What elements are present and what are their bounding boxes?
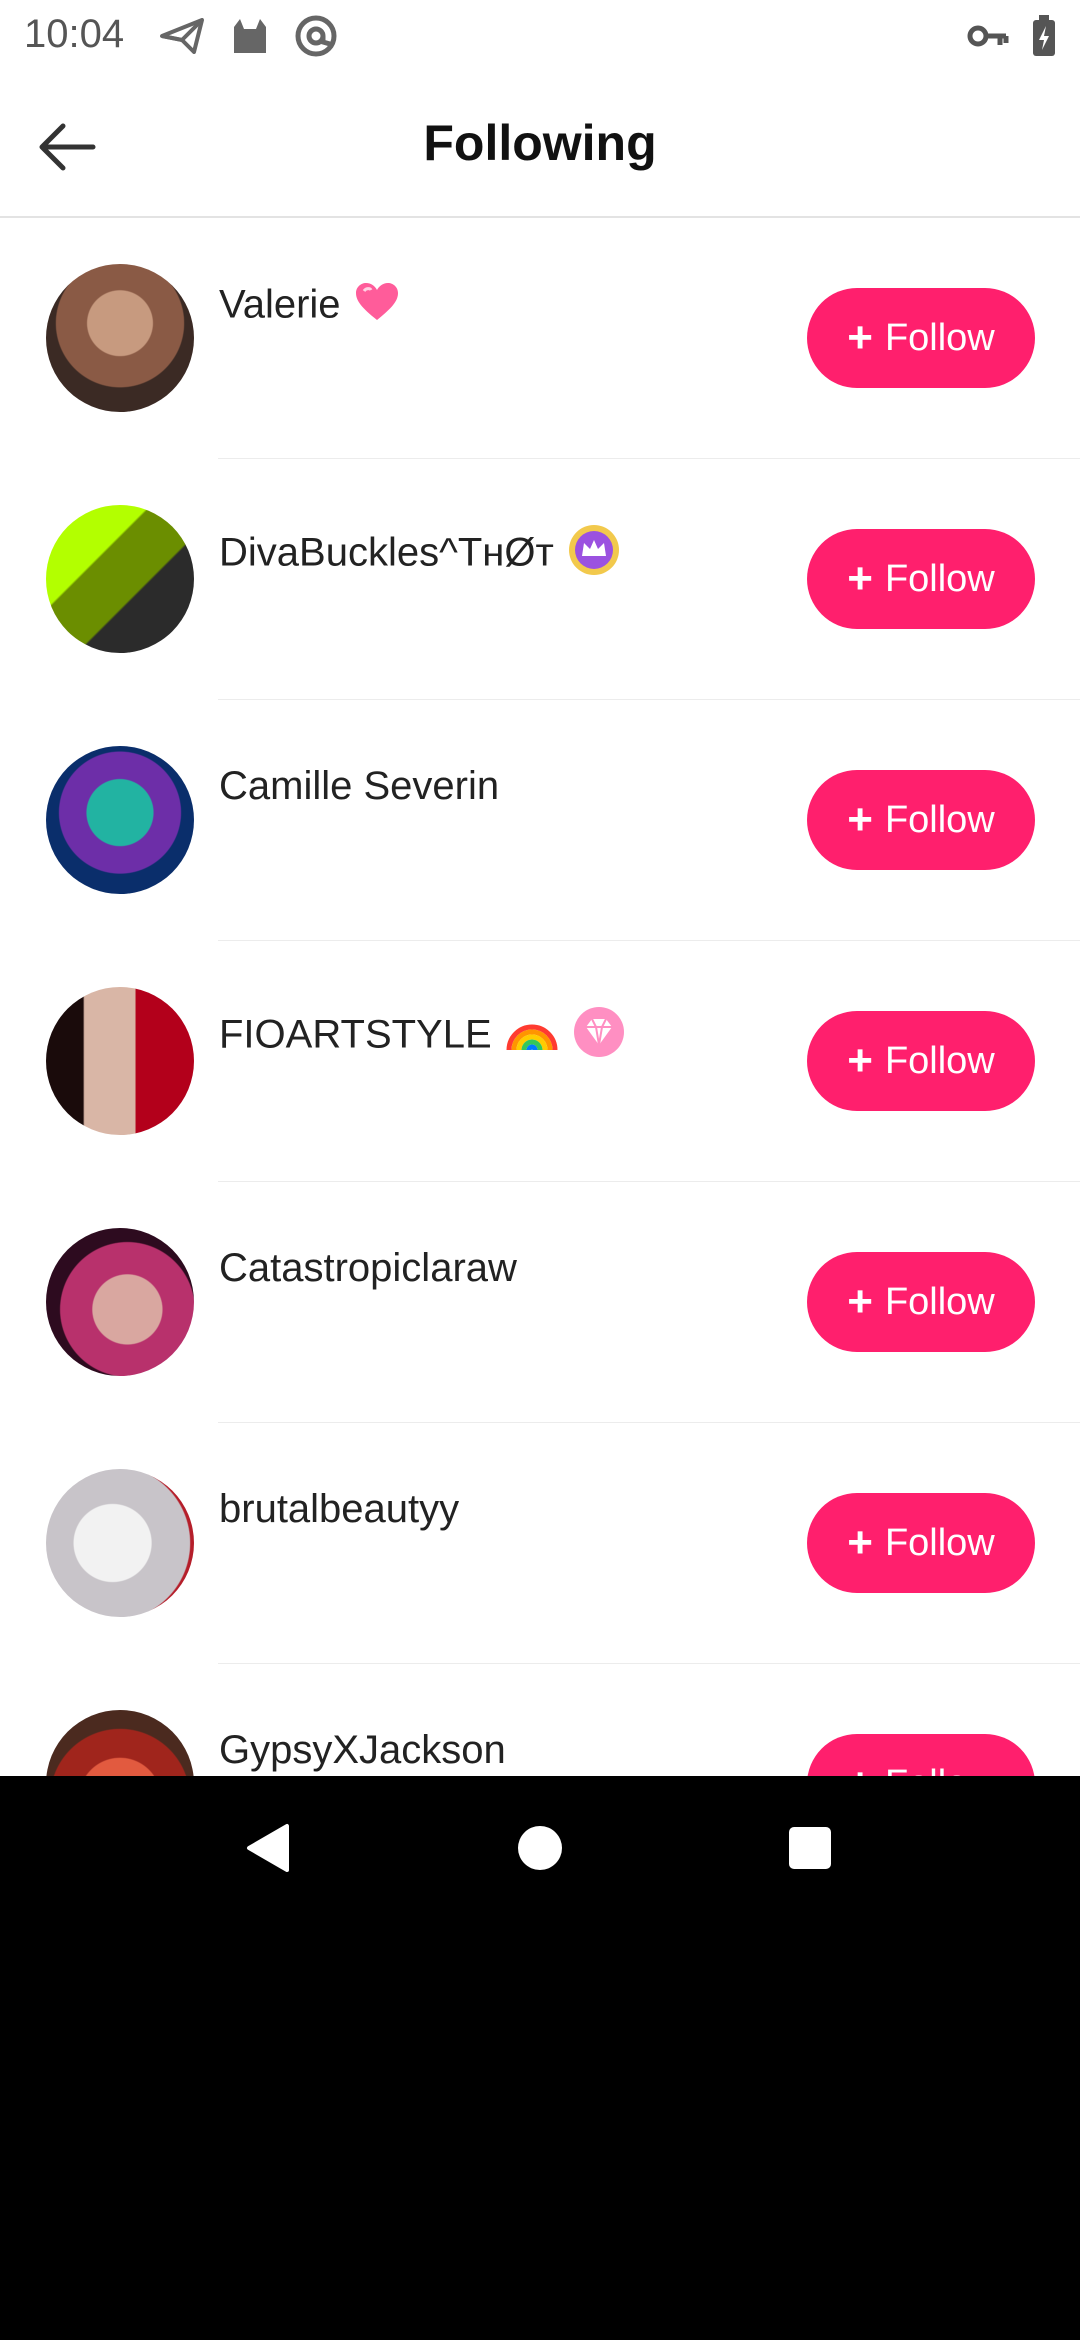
user-name[interactable]: Camille Severin bbox=[219, 764, 499, 809]
nav-recents-button[interactable] bbox=[760, 1798, 860, 1898]
gem-icon bbox=[572, 1005, 626, 1069]
follow-button[interactable]: + Follow bbox=[807, 1493, 1035, 1593]
plus-icon: + bbox=[847, 313, 873, 362]
list-item[interactable]: brutalbeautyy + Follow bbox=[0, 1423, 1080, 1664]
list-item[interactable]: Catastropiclaraw + Follow bbox=[0, 1182, 1080, 1423]
nav-back-button[interactable] bbox=[218, 1798, 318, 1898]
crown-badge-icon bbox=[567, 523, 621, 587]
battery-charging-icon bbox=[1020, 12, 1068, 60]
avatar[interactable] bbox=[46, 987, 194, 1135]
list-item[interactable]: Valerie + Follow bbox=[0, 218, 1080, 459]
app-bar: Following bbox=[0, 72, 1080, 218]
status-time: 10:04 bbox=[24, 12, 125, 56]
plus-icon: + bbox=[847, 1518, 873, 1567]
home-circle-icon bbox=[518, 1826, 562, 1870]
avatar[interactable] bbox=[46, 1710, 194, 1776]
send-icon bbox=[158, 12, 206, 60]
plus-icon: + bbox=[847, 795, 873, 844]
plus-icon: + bbox=[847, 1762, 873, 1777]
avatar[interactable] bbox=[46, 264, 194, 412]
screen: 10:04 Following Valerie + Follow DivaBuc… bbox=[0, 0, 1080, 1776]
nav-home-button[interactable] bbox=[490, 1798, 590, 1898]
avatar[interactable] bbox=[46, 1469, 194, 1617]
user-name[interactable]: FIOARTSTYLE bbox=[219, 1005, 626, 1069]
follow-button[interactable]: + Follow bbox=[807, 288, 1035, 388]
back-triangle-icon bbox=[247, 1824, 289, 1872]
cat-icon bbox=[226, 12, 274, 60]
plus-icon: + bbox=[847, 1277, 873, 1326]
at-sign-icon bbox=[292, 12, 340, 60]
page-title: Following bbox=[423, 115, 657, 171]
user-name[interactable]: GypsyXJackson bbox=[219, 1728, 506, 1773]
user-name[interactable]: Catastropiclaraw bbox=[219, 1246, 517, 1291]
key-icon bbox=[964, 12, 1012, 60]
avatar[interactable] bbox=[46, 1228, 194, 1376]
follow-button[interactable]: + Follow bbox=[807, 1011, 1035, 1111]
pink-heart-icon bbox=[354, 282, 400, 332]
follow-button[interactable]: + Follow bbox=[807, 770, 1035, 870]
list-item[interactable]: Camille Severin + Follow bbox=[0, 700, 1080, 941]
follow-button[interactable]: + Follow bbox=[807, 1734, 1035, 1776]
following-list: Valerie + Follow DivaBuckles^TнØт + Foll… bbox=[0, 218, 1080, 1776]
user-name[interactable]: DivaBuckles^TнØт bbox=[219, 523, 621, 587]
user-name[interactable]: brutalbeautyy bbox=[219, 1487, 459, 1532]
rainbow-icon bbox=[505, 1012, 559, 1062]
recents-square-icon bbox=[789, 1827, 831, 1869]
user-name[interactable]: Valerie bbox=[219, 282, 400, 332]
avatar[interactable] bbox=[46, 746, 194, 894]
follow-button[interactable]: + Follow bbox=[807, 529, 1035, 629]
list-item[interactable]: FIOARTSTYLE + Follow bbox=[0, 941, 1080, 1182]
status-bar: 10:04 bbox=[0, 0, 1080, 72]
system-nav-bar bbox=[0, 1776, 1080, 1920]
list-item[interactable]: GypsyXJackson + Follow bbox=[0, 1664, 1080, 1776]
plus-icon: + bbox=[847, 1036, 873, 1085]
plus-icon: + bbox=[847, 554, 873, 603]
follow-button[interactable]: + Follow bbox=[807, 1252, 1035, 1352]
list-item[interactable]: DivaBuckles^TнØт + Follow bbox=[0, 459, 1080, 700]
avatar[interactable] bbox=[46, 505, 194, 653]
